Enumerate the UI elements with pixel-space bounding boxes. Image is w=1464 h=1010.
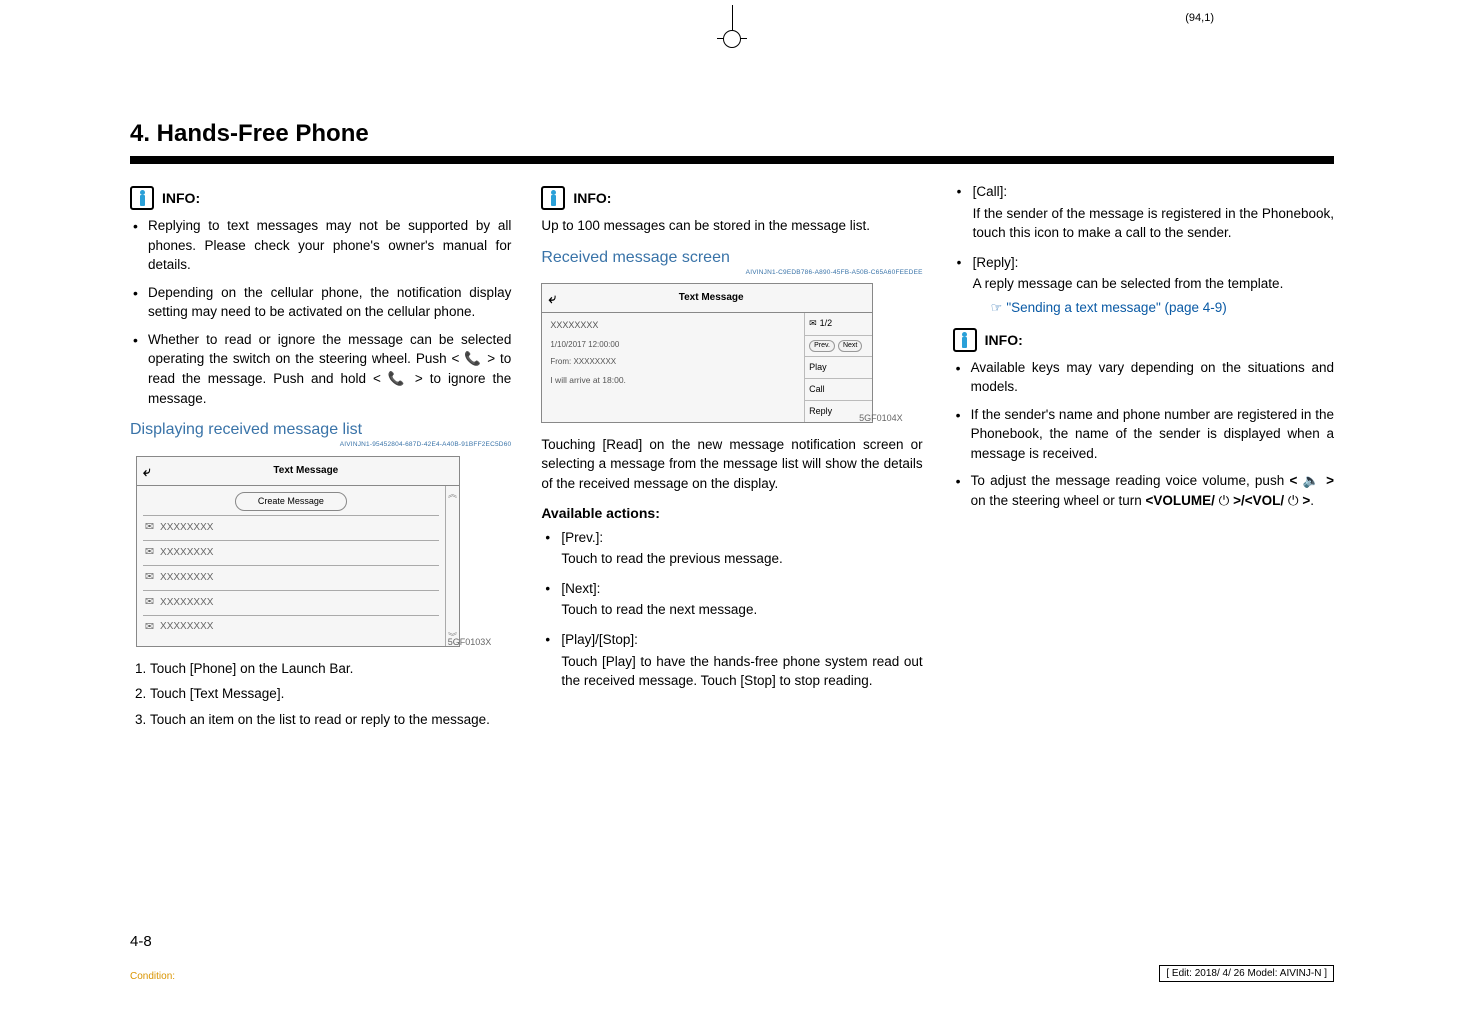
next-button: Next [838,340,862,352]
info-icon [130,186,154,210]
sheet-marker: (94,1) [1185,12,1214,24]
action-item: [Call]: If the sender of the message is … [973,182,1334,243]
info-bullets: Replying to text messages may not be sup… [130,216,511,408]
info-bullets: Available keys may vary depending on the… [953,358,1334,511]
action-item: [Prev.]: Touch to read the previous mess… [561,528,922,569]
bullet-item: Depending on the cellular phone, the not… [148,283,511,322]
bullet-item: Replying to text messages may not be sup… [148,216,511,275]
figure-message-list: ⤶ Text Message Create Message ✉XXXXXXXX … [136,456,460,647]
message-row: ✉XXXXXXXX [143,565,439,590]
action-desc: Touch to read the next message. [561,600,922,620]
columns: INFO: Replying to text messages may not … [130,182,1334,737]
actions-continued: [Call]: If the sender of the message is … [953,182,1334,318]
action-desc: Touch to read the previous message. [561,549,922,569]
info-box: INFO: [130,186,511,210]
from-line: From: XXXXXXXX [550,356,796,368]
section-heading: Received message screen [541,246,922,269]
info-box: INFO: [541,186,922,210]
footer-edit-info: [ Edit: 2018/ 4/ 26 Model: AIVINJ-N ] [1159,965,1334,982]
bullet-item: Available keys may vary depending on the… [971,358,1334,397]
info-label: INFO: [573,188,611,208]
cross-reference: ☞"Sending a text message" (page 4-9) [991,298,1334,318]
screenshot-title: Text Message [556,291,866,306]
crop-mark-top [712,5,752,45]
subheading: Available actions: [541,503,922,523]
datetime: 1/10/2017 12:00:00 [550,339,796,351]
info-label: INFO: [985,330,1023,350]
bullet-item: To adjust the message reading voice volu… [971,471,1334,510]
step-item: Touch an item on the list to read or rep… [150,710,511,730]
content-frame: 4. Hands-Free Phone INFO: Replying to te… [130,90,1334,920]
mail-icon: ✉ [809,317,817,330]
actions-list: [Prev.]: Touch to read the previous mess… [541,528,922,691]
counter-cell: ✉1/2 [805,313,872,335]
mail-open-icon: ✉ [145,595,154,611]
section-heading: Displaying received message list [130,418,511,441]
guid-code: AIVINJN1-C9EDB786-A890-45FB-A50B-C65A60F… [541,268,922,277]
page-number: 4-8 [130,933,152,950]
paragraph: Touching [Read] on the new message notif… [541,435,922,494]
bullet-item: If the sender's name and phone number ar… [971,405,1334,464]
play-button: Play [805,357,872,379]
scroll-bar: ︽ ︾ [445,486,459,646]
action-label: [Reply]: [973,253,1334,273]
action-item: [Play]/[Stop]: Touch [Play] to have the … [561,630,922,691]
action-label: [Prev.]: [561,528,922,548]
step-item: Touch [Text Message]. [150,684,511,704]
pointer-icon: ☞ [991,299,1003,318]
call-button: Call [805,379,872,401]
bullet-item: Whether to read or ignore the message ca… [148,330,511,408]
action-label: [Next]: [561,579,922,599]
prev-next-cell: Prev. Next [805,336,872,357]
step-item: Touch [Phone] on the Launch Bar. [150,659,511,679]
steps-list: Touch [Phone] on the Launch Bar. Touch [… [130,659,511,730]
column-2: INFO: Up to 100 messages can be stored i… [541,182,922,737]
paragraph: Up to 100 messages can be stored in the … [541,216,922,236]
message-row: ✉XXXXXXXX [143,540,439,565]
screenshot-title: Text Message [159,464,453,479]
action-desc: If the sender of the message is register… [973,204,1334,243]
mail-open-icon: ✉ [145,620,154,636]
info-icon [953,328,977,352]
action-item: [Next]: Touch to read the next message. [561,579,922,620]
back-icon: ⤶ [548,288,556,308]
title-rule [130,156,1334,164]
info-icon [541,186,565,210]
scroll-up-icon: ︽ [448,488,457,501]
action-label: [Call]: [973,182,1334,202]
column-1: INFO: Replying to text messages may not … [130,182,511,737]
message-body: I will arrive at 18:00. [550,374,796,386]
action-label: [Play]/[Stop]: [561,630,922,650]
figure-code: 5GF0104X [859,412,903,425]
back-icon: ⤶ [143,461,151,481]
column-3: [Call]: If the sender of the message is … [953,182,1334,737]
mail-open-icon: ✉ [145,570,154,586]
message-row: ✉XXXXXXXX [143,615,439,640]
figure-message-detail: ⤶ Text Message XXXXXXXX 1/10/2017 12:00:… [541,283,873,423]
action-item: [Reply]: A reply message can be selected… [973,253,1334,318]
page: (94,1) 4. Hands-Free Phone INFO: Replyin… [0,0,1464,1010]
footer-condition: Condition: [130,971,175,982]
prev-button: Prev. [809,340,835,352]
figure-code: 5GF0103X [448,636,492,649]
action-desc: A reply message can be selected from the… [973,274,1334,294]
create-message-button: Create Message [235,492,347,511]
info-box: INFO: [953,328,1334,352]
link-text: "Sending a text message" (page 4-9) [1006,300,1226,315]
guid-code: AIVINJN1-95452804-687D-42E4-A40B-91BFF2E… [130,440,511,449]
action-desc: Touch [Play] to have the hands-free phon… [561,652,922,691]
info-label: INFO: [162,188,200,208]
message-row: ✉XXXXXXXX [143,515,439,540]
mail-open-icon: ✉ [145,545,154,561]
mail-closed-icon: ✉ [145,520,154,536]
sender-name: XXXXXXXX [550,319,796,332]
message-row: ✉XXXXXXXX [143,590,439,615]
chapter-title: 4. Hands-Free Phone [130,120,1334,148]
